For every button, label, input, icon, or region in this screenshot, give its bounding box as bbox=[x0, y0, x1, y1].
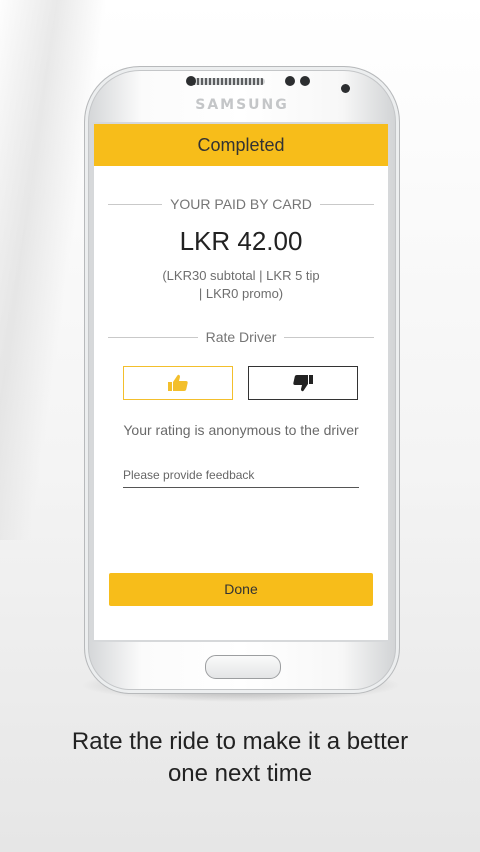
page-title: Completed bbox=[94, 124, 388, 166]
anonymous-note: Your rating is anonymous to the driver bbox=[123, 422, 359, 438]
caption-line: one next time bbox=[167, 760, 313, 787]
thumbs-down-icon bbox=[293, 375, 313, 392]
promo-caption: Rate the ride to make it a better one ne… bbox=[0, 726, 480, 790]
front-camera bbox=[285, 76, 295, 86]
caption-line: Rate the ride to make it a better bbox=[71, 728, 409, 755]
fare-breakdown: (LKR30 subtotal | LKR 5 tip | LKR0 promo… bbox=[94, 267, 388, 303]
thumbs-up-button[interactable] bbox=[123, 366, 233, 400]
fare-amount: LKR 42.00 bbox=[179, 226, 303, 256]
sensor-dot bbox=[186, 76, 196, 86]
done-button[interactable]: Done bbox=[109, 573, 373, 606]
payment-label: YOUR PAID BY CARD bbox=[162, 196, 320, 212]
thumbs-down-button[interactable] bbox=[248, 366, 358, 400]
thumbs-up-icon bbox=[168, 374, 188, 391]
fare-breakdown-line: (LKR30 subtotal | LKR 5 tip bbox=[162, 268, 320, 283]
payment-divider: YOUR PAID BY CARD bbox=[94, 195, 388, 213]
fare-breakdown-line: | LKR0 promo) bbox=[198, 286, 284, 301]
brand-logo: SAMSUNG bbox=[195, 97, 289, 113]
sensor-dot bbox=[300, 76, 310, 86]
rating-buttons bbox=[94, 366, 388, 402]
rate-label: Rate Driver bbox=[197, 329, 285, 345]
sensor-dot bbox=[341, 84, 350, 93]
earpiece-speaker bbox=[189, 78, 265, 85]
feedback-input[interactable]: Please provide feedback bbox=[123, 468, 359, 488]
app-screen: Completed YOUR PAID BY CARD LKR 42.00 (L… bbox=[94, 124, 388, 640]
home-button[interactable] bbox=[205, 655, 281, 679]
rate-divider: Rate Driver bbox=[94, 328, 388, 346]
